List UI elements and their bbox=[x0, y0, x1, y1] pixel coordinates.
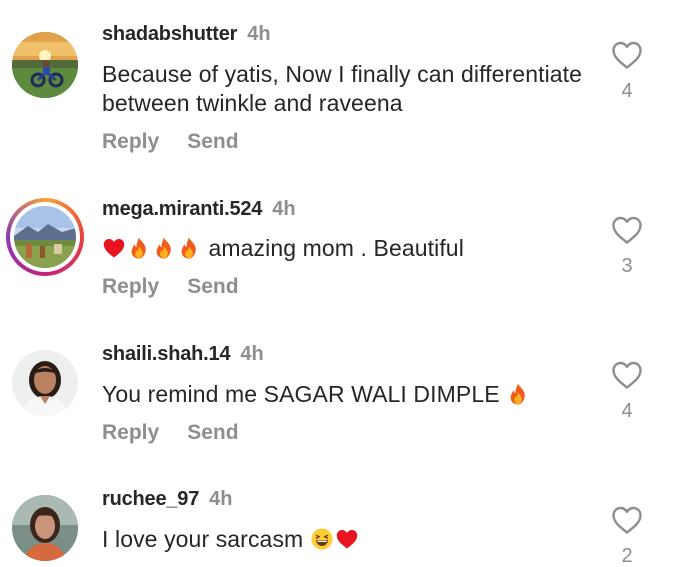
reply-button[interactable]: Reply bbox=[102, 275, 159, 299]
red-heart-emoji bbox=[102, 236, 126, 260]
comment-actions: Reply Send bbox=[102, 421, 239, 445]
fire-emoji bbox=[506, 382, 530, 406]
username[interactable]: mega.miranti.524 bbox=[102, 198, 262, 220]
comment-text: I love your sarcasm bbox=[102, 525, 602, 554]
timestamp: 4h bbox=[240, 343, 264, 365]
like-count: 4 bbox=[621, 80, 633, 102]
like-count: 4 bbox=[621, 400, 633, 422]
like-control: 4 bbox=[608, 40, 646, 102]
red-heart-emoji bbox=[335, 527, 359, 551]
send-button[interactable]: Send bbox=[187, 130, 238, 154]
heart-outline-icon[interactable] bbox=[611, 215, 643, 245]
avatar-photo bbox=[14, 206, 76, 268]
comment-header: shaili.shah.14 4h bbox=[102, 342, 264, 366]
avatar-photo bbox=[12, 495, 78, 561]
timestamp: 4h bbox=[272, 198, 296, 220]
send-button[interactable]: Send bbox=[187, 421, 238, 445]
fire-emoji bbox=[177, 236, 201, 260]
fire-emoji bbox=[127, 236, 151, 260]
avatar[interactable] bbox=[12, 495, 78, 561]
comment-actions: Reply Send bbox=[102, 275, 239, 299]
comment-body: I love your sarcasm bbox=[102, 526, 304, 552]
avatar[interactable] bbox=[12, 32, 78, 98]
timestamp: 4h bbox=[209, 488, 233, 510]
comment-body: You remind me SAGAR WALI DIMPLE bbox=[102, 381, 500, 407]
avatar-photo bbox=[12, 350, 78, 416]
reply-button[interactable]: Reply bbox=[102, 421, 159, 445]
heart-outline-icon[interactable] bbox=[611, 505, 643, 535]
like-control: 4 bbox=[608, 360, 646, 422]
comment-text: amazing mom . Beautiful bbox=[102, 234, 602, 263]
heart-outline-icon[interactable] bbox=[611, 40, 643, 70]
comment-actions: Reply Send bbox=[102, 130, 239, 154]
fire-emoji bbox=[152, 236, 176, 260]
avatar[interactable] bbox=[12, 350, 78, 416]
heart-outline-icon[interactable] bbox=[611, 360, 643, 390]
like-count: 2 bbox=[621, 545, 633, 567]
comment-header: ruchee_97 4h bbox=[102, 487, 233, 511]
comment-header: shadabshutter 4h bbox=[102, 22, 271, 46]
avatar bbox=[14, 206, 76, 268]
comment-text: Because of yatis, Now I finally can diff… bbox=[102, 61, 583, 116]
like-control: 3 bbox=[608, 215, 646, 277]
comment-text: You remind me SAGAR WALI DIMPLE bbox=[102, 380, 602, 409]
like-control: 2 bbox=[608, 505, 646, 567]
like-count: 3 bbox=[621, 255, 633, 277]
username[interactable]: shadabshutter bbox=[102, 23, 237, 45]
comment-body: amazing mom . Beautiful bbox=[208, 235, 464, 261]
username[interactable]: ruchee_97 bbox=[102, 488, 199, 510]
avatar-photo bbox=[12, 32, 78, 98]
reply-button[interactable]: Reply bbox=[102, 130, 159, 154]
story-ring[interactable] bbox=[6, 198, 84, 276]
comment-header: mega.miranti.524 4h bbox=[102, 197, 296, 221]
grinning-squinting-face-emoji bbox=[310, 527, 334, 551]
username[interactable]: shaili.shah.14 bbox=[102, 343, 231, 365]
timestamp: 4h bbox=[247, 23, 271, 45]
send-button[interactable]: Send bbox=[187, 275, 238, 299]
